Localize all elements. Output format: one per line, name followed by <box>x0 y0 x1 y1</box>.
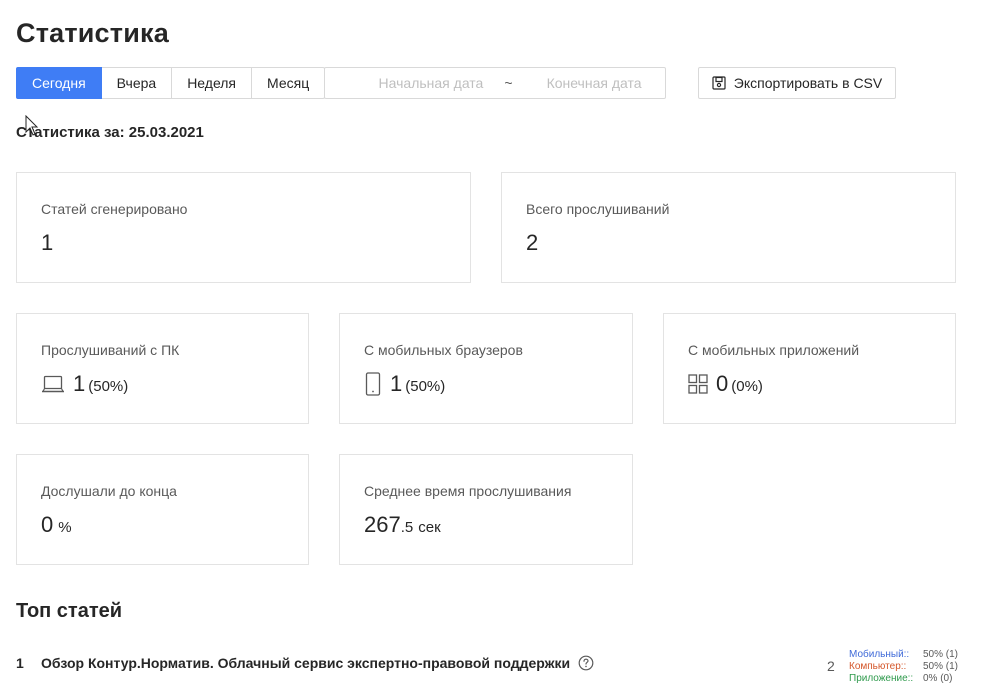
date-separator: ~ <box>504 75 513 91</box>
card-value: 1 (50%) <box>41 371 128 397</box>
range-today-button[interactable]: Сегодня <box>16 67 102 99</box>
breakdown-value: 0% (0) <box>923 673 953 684</box>
breakdown-row-mobile: Мобильный:: 50% (1) <box>849 649 958 661</box>
top-articles-title: Топ статей <box>16 600 123 622</box>
card-label: Прослушиваний с ПК <box>41 342 180 358</box>
card-mobile-browsers: С мобильных браузеров 1 (50%) <box>339 313 633 424</box>
card-value: 267 .5 сек <box>364 512 441 538</box>
avg-time-int: 267 <box>364 512 401 537</box>
card-label: Дослушали до конца <box>41 483 177 499</box>
generated-value: 1 <box>41 230 54 255</box>
mouse-cursor-icon <box>25 114 39 142</box>
card-pc-listens: Прослушиваний с ПК 1 (50%) <box>16 313 309 424</box>
card-completed: Дослушали до конца 0 % <box>16 454 309 565</box>
card-generated: Статей сгенерировано 1 <box>16 172 471 283</box>
card-value: 0 (0%) <box>688 371 763 397</box>
range-yesterday-button[interactable]: Вчера <box>100 67 173 99</box>
mobile-browsers-percent: (50%) <box>405 378 446 395</box>
pc-listens-value: 1 <box>73 371 86 396</box>
laptop-icon <box>41 374 65 394</box>
card-avg-time: Среднее время прослушивания 267 .5 сек <box>339 454 633 565</box>
article-rank: 1 <box>16 655 24 671</box>
breakdown-label: Компьютер:: <box>849 661 907 672</box>
card-value: 1 (50%) <box>364 371 445 397</box>
breakdown-label: Приложение:: <box>849 673 914 684</box>
card-value: 2 <box>526 230 538 256</box>
card-label: Статей сгенерировано <box>41 201 188 217</box>
page-title: Статистика <box>16 18 169 48</box>
save-icon <box>712 76 734 90</box>
date-range-switch: Сегодня Вчера Неделя Месяц <box>16 67 326 99</box>
article-title[interactable]: Обзор Контур.Норматив. Облачный сервис э… <box>41 655 570 671</box>
breakdown-value: 50% (1) <box>923 649 959 660</box>
card-total-listens: Всего прослушиваний 2 <box>501 172 956 283</box>
article-listens-count: 2 <box>827 658 835 674</box>
card-value: 0 % <box>41 512 72 538</box>
completed-unit: % <box>58 519 72 536</box>
apps-grid-icon <box>688 374 708 394</box>
mobile-apps-percent: (0%) <box>731 378 763 395</box>
stats-date: Статистика за: 25.03.2021 <box>16 124 204 141</box>
breakdown-label: Мобильный:: <box>849 649 910 660</box>
breakdown-value: 50% (1) <box>923 661 959 672</box>
card-label: С мобильных браузеров <box>364 342 523 358</box>
export-csv-button[interactable]: Экспортировать в CSV <box>698 67 896 99</box>
start-date-input[interactable]: Начальная дата <box>360 75 502 91</box>
export-label: Экспортировать в CSV <box>733 75 883 91</box>
completed-value: 0 <box>41 512 54 537</box>
list-item[interactable]: 1 Обзор Контур.Норматив. Облачный сервис… <box>16 655 594 671</box>
card-mobile-apps: С мобильных приложений 0 (0%) <box>663 313 956 424</box>
breakdown-row-computer: Компьютер:: 50% (1) <box>849 661 958 673</box>
pc-listens-percent: (50%) <box>88 378 129 395</box>
range-month-button[interactable]: Месяц <box>251 67 326 99</box>
mobile-browsers-value: 1 <box>390 371 403 396</box>
avg-time-unit: сек <box>418 519 441 536</box>
card-value: 1 <box>41 230 53 256</box>
mobile-phone-icon <box>364 372 382 396</box>
end-date-input[interactable]: Конечная дата <box>523 75 665 91</box>
card-label: Среднее время прослушивания <box>364 483 572 499</box>
mobile-apps-value: 0 <box>716 371 729 396</box>
total-listens-value: 2 <box>526 230 539 255</box>
card-label: С мобильных приложений <box>688 342 860 358</box>
article-breakdown: Мобильный:: 50% (1) Компьютер:: 50% (1) … <box>849 649 958 685</box>
breakdown-row-app: Приложение:: 0% (0) <box>849 673 958 685</box>
card-label: Всего прослушиваний <box>526 201 670 217</box>
avg-time-frac: .5 <box>400 519 414 536</box>
help-icon[interactable] <box>578 655 594 671</box>
range-week-button[interactable]: Неделя <box>171 67 253 99</box>
date-range-picker[interactable]: Начальная дата ~ Конечная дата <box>324 67 666 99</box>
